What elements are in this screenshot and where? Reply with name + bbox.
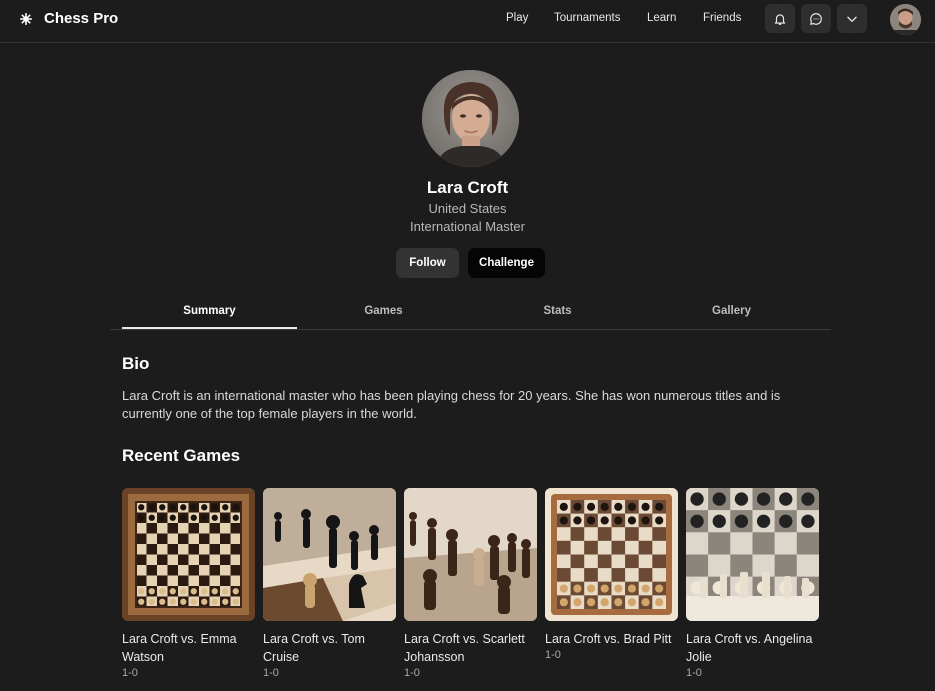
game-card[interactable]: Lara Croft vs. Tom Cruise 1-0 <box>263 488 396 679</box>
nav-tournaments[interactable]: Tournaments <box>554 12 620 24</box>
active-tab-indicator <box>122 327 297 329</box>
game-title[interactable]: Lara Croft vs. Angelina Jolie <box>686 630 819 666</box>
brand[interactable]: Chess Pro <box>20 10 118 27</box>
game-title[interactable]: Lara Croft vs. Emma Watson <box>122 630 255 666</box>
chess-logo-icon <box>20 12 32 25</box>
chevron-down-icon <box>847 16 857 22</box>
notifications-button[interactable] <box>765 4 795 33</box>
chat-icon <box>810 12 822 25</box>
nav-play[interactable]: Play <box>506 12 528 24</box>
game-card[interactable]: Lara Croft vs. Scarlett Johansson 1-0 <box>404 488 537 679</box>
tab-stats[interactable]: Stats <box>470 292 645 329</box>
profile-name: Lara Croft <box>426 178 509 197</box>
chess-pieces-image <box>263 488 396 621</box>
user-avatar-image <box>890 4 921 35</box>
bio-text: Lara Croft is an international master wh… <box>122 388 781 421</box>
game-card[interactable]: Lara Croft vs. Emma Watson 1-0 <box>122 488 255 679</box>
nav-learn[interactable]: Learn <box>647 12 676 24</box>
profile-photo-image <box>422 70 519 167</box>
chess-pieces-image <box>404 488 537 621</box>
follow-button[interactable]: Follow <box>396 248 459 278</box>
messages-button[interactable] <box>801 4 831 33</box>
game-thumbnail[interactable] <box>545 488 678 621</box>
challenge-button[interactable]: Challenge <box>468 248 545 278</box>
game-result: 1-0 <box>122 667 138 679</box>
tab-summary[interactable]: Summary <box>122 292 297 329</box>
top-navigation-bar: Chess Pro Play Tournaments Learn Friends <box>0 0 935 43</box>
brand-name: Chess Pro <box>44 10 119 27</box>
game-card[interactable]: Lara Croft vs. Angelina Jolie 1-0 <box>686 488 819 679</box>
game-result: 1-0 <box>263 667 279 679</box>
chessboard-image <box>122 488 255 621</box>
tab-games[interactable]: Games <box>297 292 470 329</box>
chessboard-image <box>545 488 678 621</box>
game-thumbnail[interactable] <box>263 488 396 621</box>
game-title[interactable]: Lara Croft vs. Tom Cruise <box>263 630 396 666</box>
profile-country: United States <box>428 201 507 216</box>
user-avatar[interactable] <box>890 4 921 35</box>
game-card[interactable]: Lara Croft vs. Brad Pitt 1-0 <box>545 488 678 661</box>
game-result: 1-0 <box>686 667 702 679</box>
profile-title: International Master <box>410 219 525 234</box>
game-thumbnail[interactable] <box>122 488 255 621</box>
profile-photo <box>422 70 519 167</box>
nav-friends[interactable]: Friends <box>703 12 741 24</box>
game-title[interactable]: Lara Croft vs. Brad Pitt <box>545 630 678 648</box>
bell-icon <box>774 13 786 25</box>
chessboard-image <box>686 488 819 621</box>
recent-games-heading: Recent Games <box>122 446 241 465</box>
bio-heading: Bio <box>122 354 150 373</box>
game-thumbnail[interactable] <box>404 488 537 621</box>
game-title[interactable]: Lara Croft vs. Scarlett Johansson <box>404 630 537 666</box>
game-thumbnail[interactable] <box>686 488 819 621</box>
game-result: 1-0 <box>404 667 420 679</box>
profile-tabs: Summary Games Stats Gallery <box>110 292 831 330</box>
more-menu-button[interactable] <box>837 4 867 33</box>
game-result: 1-0 <box>545 649 561 661</box>
tab-gallery[interactable]: Gallery <box>645 292 818 329</box>
